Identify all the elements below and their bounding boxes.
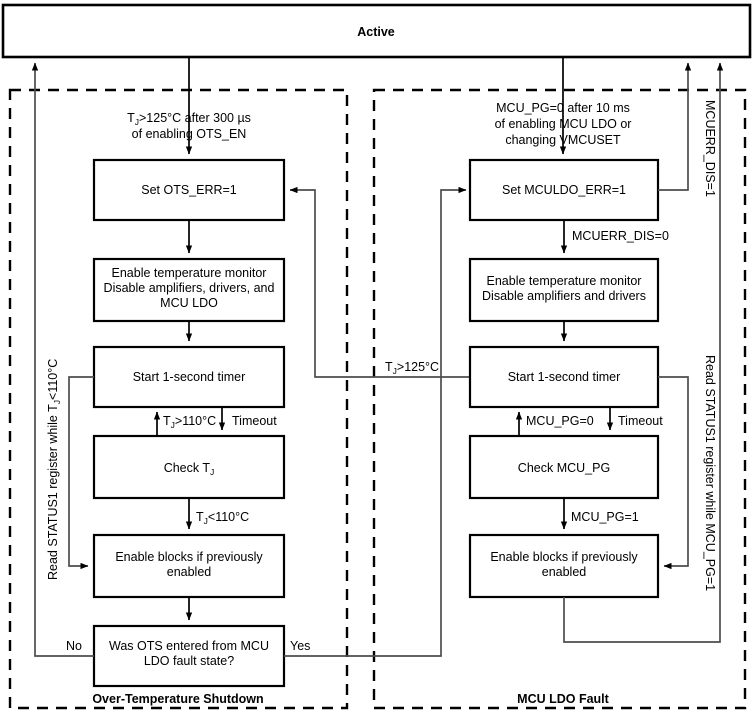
edge-label-ots-entry-line2: of enabling OTS_EN <box>132 127 247 141</box>
edge-mcuerr-dis-1-to-active <box>658 62 692 191</box>
edge-read-status1-loop-right <box>658 376 689 570</box>
box-label-decision-line2: LDO fault state? <box>144 654 234 668</box>
edge-label-mculdo-entry-line3: changing VMCUSET <box>505 133 621 147</box>
box-label-decision-line1: Was OTS entered from MCU <box>109 639 269 653</box>
edge-label-mculdo-entry-line2: of enabling MCU LDO or <box>495 117 632 131</box>
edge-label-mcu-pg-1: MCU_PG=1 <box>571 510 639 524</box>
box-label-monitor-line3: MCU LDO <box>160 296 218 310</box>
edge-label-no: No <box>66 639 82 653</box>
side-label-mcuerr-dis-1: MCUERR_DIS=1 <box>703 100 717 197</box>
edge-label-mculdo-entry-line1: MCU_PG=0 after 10 ms <box>496 101 630 115</box>
box-label-start-timer: Start 1-second timer <box>133 370 246 384</box>
edge-label-yes: Yes <box>290 639 310 653</box>
edge-label-tj-lt-110: TJ<110°C <box>196 510 249 526</box>
box-label-start-timer-2: Start 1-second timer <box>508 370 621 384</box>
box-label-monitor-line2: Disable amplifiers, drivers, and <box>104 281 275 295</box>
edge-label-tj-gt-125: TJ>125°C <box>385 360 439 376</box>
box-label-enable-blocks2-line2: enabled <box>542 565 587 579</box>
group-label-mculdo: MCU LDO Fault <box>517 692 609 706</box>
edge-label-timeout-left: Timeout <box>232 414 277 428</box>
edge-label-mcu-pg-0: MCU_PG=0 <box>526 414 594 428</box>
edge-tj-gt-125-cross <box>289 186 471 378</box>
box-label-monitor2-line1: Enable temperature monitor <box>487 274 642 288</box>
box-label-monitor2-line2: Disable amplifiers and drivers <box>482 289 646 303</box>
box-label-check-tj: Check TJ <box>164 461 215 477</box>
box-label-enable-blocks2-line1: Enable blocks if previously <box>490 550 638 564</box>
side-label-read-status1-left: Read STATUS1 register while TJ<110°C <box>46 359 62 580</box>
box-label-enable-blocks-line1: Enable blocks if previously <box>115 550 263 564</box>
flowchart-canvas: Active TJ>125°C after 300 µs of enabling… <box>0 0 753 721</box>
side-label-read-status1-right: Read STATUS1 register while MCU_PG=1 <box>703 355 717 591</box>
edge-label-timeout-right: Timeout <box>618 414 663 428</box>
box-label-monitor-line1: Enable temperature monitor <box>112 266 267 280</box>
edge-label-ots-entry-line1: TJ>125°C after 300 µs <box>127 111 251 127</box>
edge-read-status1-loop-left <box>68 376 94 570</box>
box-label-enable-blocks-line2: enabled <box>167 565 212 579</box>
group-label-ots: Over-Temperature Shutdown <box>92 692 263 706</box>
box-label-check-mcu-pg: Check MCU_PG <box>518 461 610 475</box>
state-label-active: Active <box>357 25 395 39</box>
edge-label-tj-gt-110: TJ>110°C <box>163 414 216 430</box>
box-label-set-ots-err: Set OTS_ERR=1 <box>141 183 237 197</box>
edge-label-mcuerr-dis-0: MCUERR_DIS=0 <box>572 229 669 243</box>
box-label-set-mculdo-err: Set MCULDO_ERR=1 <box>502 183 626 197</box>
edge-no-to-active <box>31 62 94 657</box>
